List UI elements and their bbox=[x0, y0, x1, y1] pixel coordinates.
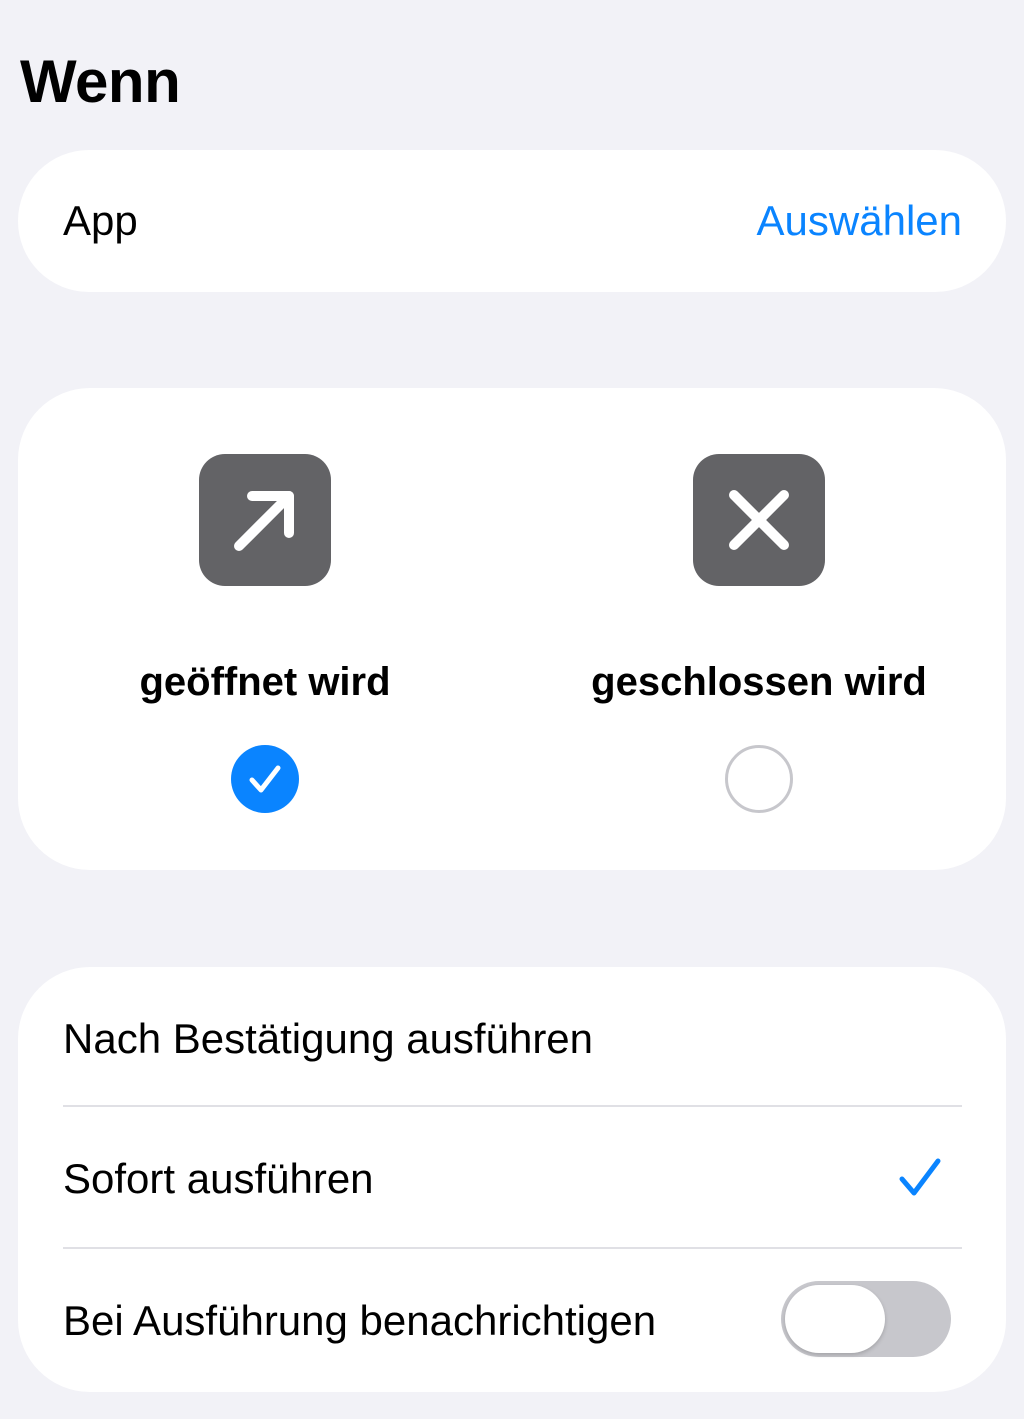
trigger-card: geöffnet wird geschlossen wird bbox=[18, 388, 1006, 870]
notify-on-run-row: Bei Ausführung benachrichtigen bbox=[63, 1249, 962, 1389]
checkmark-icon bbox=[249, 765, 281, 793]
xmark-icon bbox=[693, 454, 825, 586]
notify-on-run-toggle[interactable] bbox=[781, 1281, 951, 1357]
option-opened[interactable]: geöffnet wird bbox=[18, 388, 512, 870]
run-options-card: Nach Bestätigung ausführen Sofort ausfüh… bbox=[18, 967, 1006, 1392]
checkmark-icon bbox=[899, 1158, 941, 1196]
app-row-label: App bbox=[63, 197, 138, 244]
option-opened-radio[interactable] bbox=[231, 745, 299, 813]
run-immediately-row[interactable]: Sofort ausführen bbox=[63, 1107, 962, 1247]
page-title: Wenn bbox=[20, 48, 181, 115]
run-immediately-label: Sofort ausführen bbox=[63, 1155, 374, 1202]
app-row[interactable]: App Auswählen bbox=[18, 150, 1006, 292]
option-opened-label: geöffnet wird bbox=[139, 660, 391, 704]
notify-on-run-label: Bei Ausführung benachrichtigen bbox=[63, 1297, 657, 1344]
option-closed-label: geschlossen wird bbox=[591, 660, 927, 704]
run-after-confirmation-label: Nach Bestätigung ausführen bbox=[63, 1015, 594, 1062]
choose-app-button[interactable]: Auswählen bbox=[757, 196, 962, 246]
option-closed-radio[interactable] bbox=[725, 745, 793, 813]
option-closed[interactable]: geschlossen wird bbox=[512, 388, 1006, 870]
arrow-up-right-icon bbox=[199, 454, 331, 586]
toggle-knob bbox=[785, 1285, 885, 1353]
run-after-confirmation-row[interactable]: Nach Bestätigung ausführen bbox=[63, 967, 962, 1107]
